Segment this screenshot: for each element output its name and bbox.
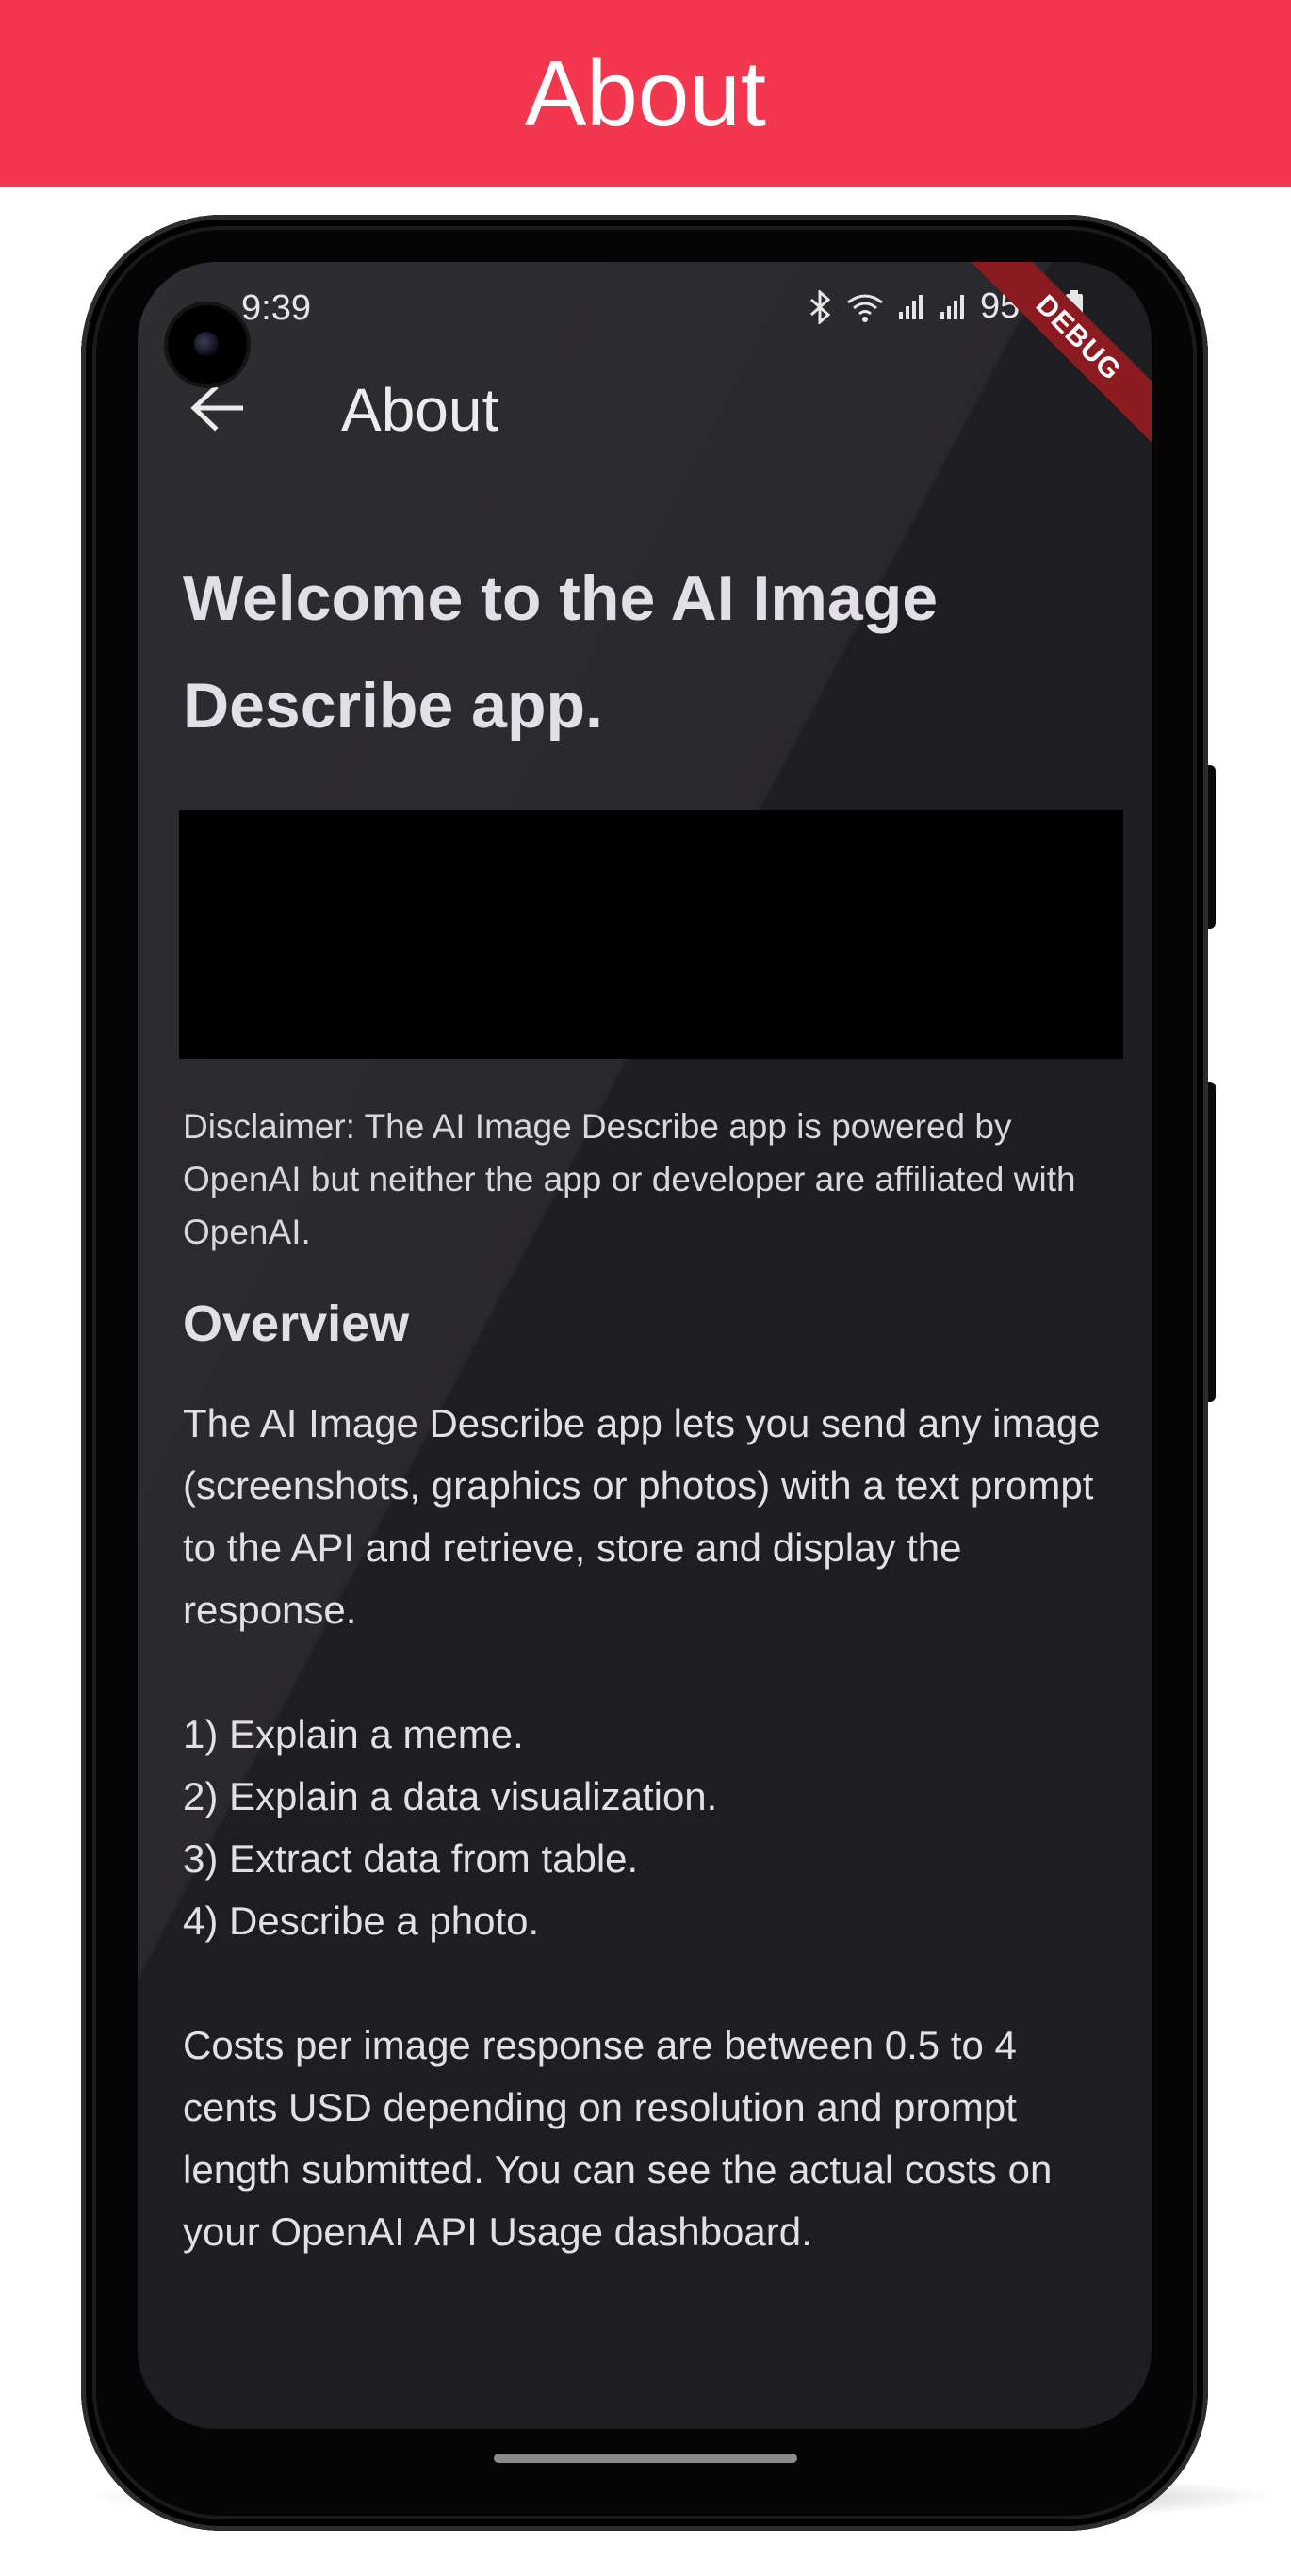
signal-icon xyxy=(898,294,923,319)
phone-screen: 9:39 95% DEBUG xyxy=(138,262,1152,2429)
about-content: Welcome to the AI Image Describe app. xyxy=(183,545,1106,759)
status-time: 9:39 xyxy=(241,288,311,328)
overview-body: The AI Image Describe app lets you send … xyxy=(183,1401,1101,2254)
app-bar-title: About xyxy=(341,376,499,444)
arrow-left-icon[interactable] xyxy=(190,384,243,432)
top-banner: About xyxy=(0,0,1291,187)
app-bar: About xyxy=(138,356,1152,460)
home-indicator[interactable] xyxy=(494,2454,797,2463)
bluetooth-icon xyxy=(809,289,831,324)
overview-heading: Overview xyxy=(183,1296,410,1352)
wifi-icon xyxy=(847,294,883,322)
banner-title: About xyxy=(524,41,767,145)
front-camera xyxy=(168,305,247,384)
disclaimer-text: Disclaimer: The AI Image Describe app is… xyxy=(183,1107,1076,1251)
welcome-heading: Welcome to the AI Image Describe app. xyxy=(183,562,939,742)
signal-icon-2 xyxy=(940,294,964,319)
banner-image-placeholder xyxy=(179,810,1123,1059)
